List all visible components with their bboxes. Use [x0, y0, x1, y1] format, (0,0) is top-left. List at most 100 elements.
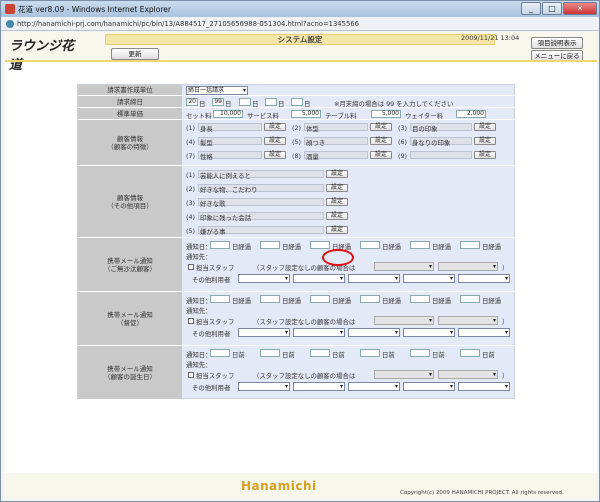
other-4-set-button[interactable]: 設定 — [326, 212, 348, 220]
mail-section-1-day-input-1[interactable] — [260, 295, 280, 303]
feature-2-num: (2) — [292, 124, 302, 132]
mail-section-1-fallback-select-1[interactable] — [374, 316, 434, 325]
mail-section-0-day-input-2[interactable] — [310, 241, 330, 249]
closing-note: ※月末締の場合は 99 を入力してください — [334, 100, 454, 108]
other-3-num: (3) — [186, 199, 196, 207]
mail-section-2-day-input-4[interactable] — [410, 349, 430, 357]
mail-section-2-notify-to-label: 通知先： — [186, 361, 212, 369]
mail-section-0-staff-checkbox[interactable] — [188, 264, 194, 270]
closing-day-4[interactable] — [265, 98, 277, 106]
mail-section-1-day-unit-3: 日経過 — [382, 297, 402, 305]
mail-section-0-other-select-3[interactable] — [403, 274, 455, 283]
mail-section-2-staff-note: （スタッフ設定なしの顧客の場合は — [253, 372, 356, 380]
feature-6-set-button[interactable]: 設定 — [474, 137, 496, 145]
billing-select[interactable]: 締日一括請求 — [186, 86, 248, 95]
mail-section-1-close-paren: ） — [502, 318, 509, 326]
highlight-circle — [322, 249, 354, 266]
manual-button[interactable]: 項目説明表示 — [531, 37, 583, 49]
feature-1-set-button[interactable]: 設定 — [264, 123, 286, 131]
mail-section-0-other-select-4[interactable] — [458, 274, 510, 283]
address-bar[interactable]: http://hanamichi-prj.com/hanamichi/pc/bi… — [1, 17, 599, 31]
other-4-num: (4) — [186, 213, 196, 221]
other-5-set-button[interactable]: 設定 — [326, 226, 348, 234]
mail-section-2-fallback-select-2[interactable] — [438, 370, 498, 379]
mail-section-2-day-input-0[interactable] — [210, 349, 230, 357]
waiter-fee-input[interactable]: 2,000 — [456, 110, 486, 118]
mail-section-2-day-input-1[interactable] — [260, 349, 280, 357]
mail-section-0-day-input-0[interactable] — [210, 241, 230, 249]
feature-9-set-button[interactable]: 設定 — [474, 151, 496, 159]
mail-section-1-day-input-2[interactable] — [310, 295, 330, 303]
mail-section-0-title: 携帯メール通知 — [107, 256, 153, 265]
mail-section-2-other-select-0[interactable] — [238, 382, 290, 391]
service-fee-input[interactable]: 5,000 — [291, 110, 321, 118]
refresh-button[interactable]: 更新 — [111, 48, 159, 60]
maximize-button[interactable]: □ — [542, 2, 562, 15]
mail-section-1-day-input-3[interactable] — [360, 295, 380, 303]
mail-section-2-other-select-3[interactable] — [403, 382, 455, 391]
feature-2-set-button[interactable]: 設定 — [370, 123, 392, 131]
mail-section-0-fallback-select-1[interactable] — [374, 262, 434, 271]
url-text[interactable]: http://hanamichi-prj.com/hanamichi/pc/bi… — [17, 20, 359, 28]
settings-form: 請求書作成単位 締日一括請求 請求締日 20 日 99 日 日 日 日 ※月末締… — [77, 84, 515, 400]
mail-section-2-other-select-2[interactable] — [348, 382, 400, 391]
feature-3-set-button[interactable]: 設定 — [474, 123, 496, 131]
closing-day-3[interactable] — [239, 98, 251, 106]
mail-section-1-day-input-5[interactable] — [460, 295, 480, 303]
other-2-set-button[interactable]: 設定 — [326, 184, 348, 192]
table-fee-input[interactable]: 5,000 — [371, 110, 401, 118]
mail-section-0-other-select-2[interactable] — [348, 274, 400, 283]
mail-section-2-other-select-4[interactable] — [458, 382, 510, 391]
feature-4-set-button[interactable]: 設定 — [264, 137, 286, 145]
mail-section-0-day-unit-0: 日経過 — [232, 243, 252, 251]
mail-section-2-close-paren: ） — [502, 372, 509, 380]
mail-section-0-subtitle: （ご無沙汰顧客） — [104, 264, 156, 273]
closing-day-1[interactable]: 20 — [186, 98, 198, 106]
mail-section-0-day-unit-3: 日経過 — [382, 243, 402, 251]
mail-section-2-notify-day-label: 通知日： — [186, 351, 212, 359]
mail-section-1-staff-checkbox[interactable] — [188, 318, 194, 324]
mail-section-1-other-select-0[interactable] — [238, 328, 290, 337]
mail-section-1-day-unit-4: 日経過 — [432, 297, 452, 305]
mail-section-0-day-input-1[interactable] — [260, 241, 280, 249]
closing-day-2[interactable]: 99 — [212, 98, 224, 106]
mail-section-1-other-select-2[interactable] — [348, 328, 400, 337]
mail-section-1-day-unit-1: 日経過 — [282, 297, 302, 305]
mail-section-2-staff-checkbox[interactable] — [188, 372, 194, 378]
mail-section-0-notify-day-label: 通知日： — [186, 243, 212, 251]
mail-section-2-fallback-select-1[interactable] — [374, 370, 434, 379]
mail-section-1-fallback-select-2[interactable] — [438, 316, 498, 325]
brand-logo: Hanamichi — [241, 479, 317, 493]
feature-8-set-button[interactable]: 設定 — [370, 151, 392, 159]
mail-section-1-other-select-1[interactable] — [293, 328, 345, 337]
other-3-set-button[interactable]: 設定 — [326, 198, 348, 206]
mail-section-0-other-select-0[interactable] — [238, 274, 290, 283]
other-1-set-button[interactable]: 設定 — [326, 170, 348, 178]
mail-section-2-subtitle: （顧客の誕生日） — [104, 372, 156, 381]
mail-section-0-fallback-select-2[interactable] — [438, 262, 498, 271]
feature-5-set-button[interactable]: 設定 — [370, 137, 392, 145]
other-2-num: (2) — [186, 185, 196, 193]
mail-section-1-day-input-4[interactable] — [410, 295, 430, 303]
mail-section-2-day-input-5[interactable] — [460, 349, 480, 357]
mail-section-0-other-select-1[interactable] — [293, 274, 345, 283]
feature-4-name: 髪型 — [200, 139, 213, 147]
set-fee-input[interactable]: 10,000 — [213, 110, 243, 118]
minimize-button[interactable]: _ — [521, 2, 541, 15]
globe-icon — [6, 19, 14, 28]
mail-section-0-day-input-3[interactable] — [360, 241, 380, 249]
feature-4-num: (4) — [186, 138, 196, 146]
mail-section-2-day-input-2[interactable] — [310, 349, 330, 357]
mail-section-0-day-input-5[interactable] — [460, 241, 480, 249]
mail-section-1-other-select-4[interactable] — [458, 328, 510, 337]
feature-7-set-button[interactable]: 設定 — [264, 151, 286, 159]
mail-section-2-label: 携帯メール通知 （顧客の誕生日） — [78, 346, 182, 400]
billing-label: 請求書作成単位 — [78, 85, 182, 96]
mail-section-2-day-input-3[interactable] — [360, 349, 380, 357]
close-button[interactable]: ✕ — [563, 2, 597, 15]
mail-section-1-other-select-3[interactable] — [403, 328, 455, 337]
closing-day-5[interactable] — [291, 98, 303, 106]
mail-section-2-other-select-1[interactable] — [293, 382, 345, 391]
mail-section-1-day-input-0[interactable] — [210, 295, 230, 303]
mail-section-0-day-input-4[interactable] — [410, 241, 430, 249]
